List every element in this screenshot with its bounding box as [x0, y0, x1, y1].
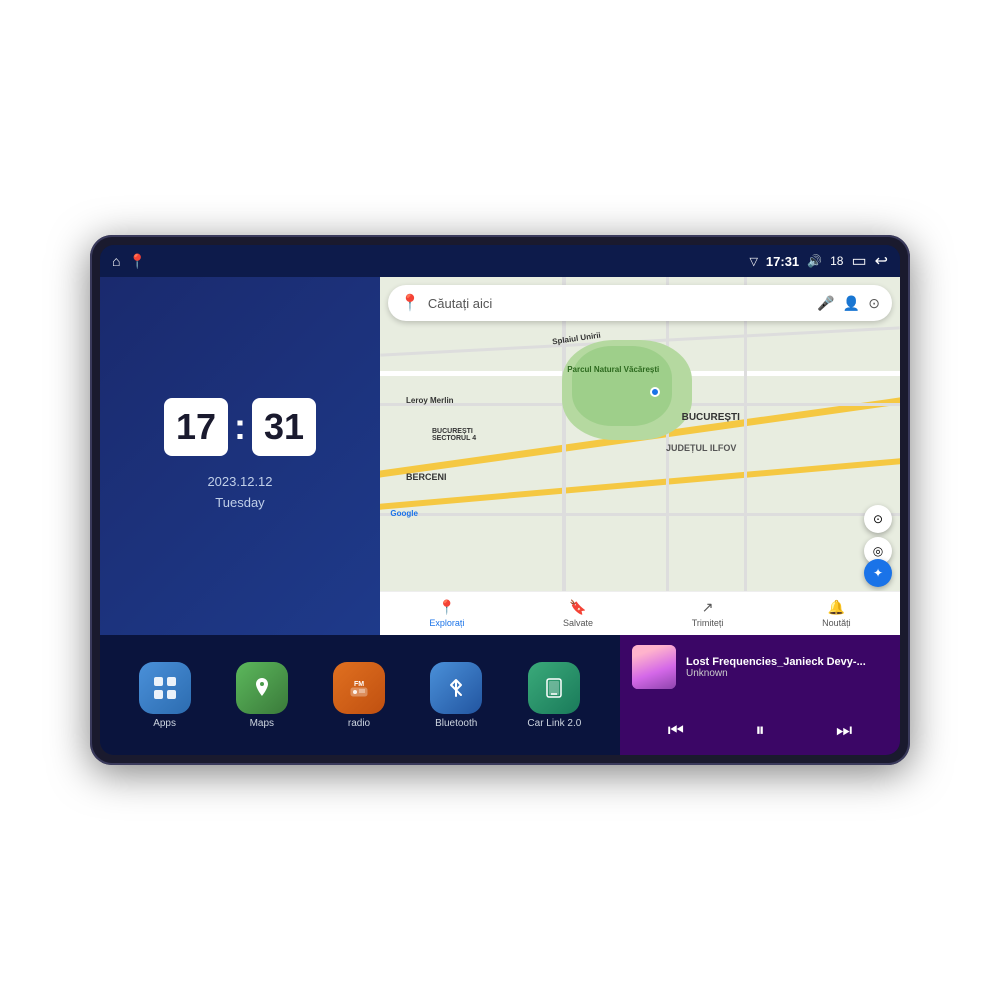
- clock-minutes: 31: [252, 398, 316, 456]
- radio-icon: FM: [333, 662, 385, 714]
- clock-date: 2023.12.12 Tuesday: [207, 472, 272, 514]
- music-top: Lost Frequencies_Janieck Devy-... Unknow…: [632, 645, 888, 689]
- music-player: Lost Frequencies_Janieck Devy-... Unknow…: [620, 635, 900, 755]
- map-search-placeholder[interactable]: Căutați aici: [428, 296, 809, 311]
- map-panel[interactable]: 📍 Căutați aici 🎤 👤 ⊙: [380, 277, 900, 635]
- volume-icon: 🔊: [807, 254, 822, 268]
- status-time: 17:31: [766, 254, 799, 269]
- maps-status-icon[interactable]: 📍: [128, 253, 145, 270]
- map-nav-explore[interactable]: 📍 Explorați: [429, 599, 464, 628]
- account-icon[interactable]: 👤: [843, 295, 860, 312]
- map-nav-share[interactable]: ↗ Trimiteți: [692, 599, 724, 628]
- music-album-art: [632, 645, 676, 689]
- main-content: 17 : 31 2023.12.12 Tuesday 📍 Căutați aic…: [100, 277, 900, 755]
- status-left-icons: ⌂ 📍: [112, 253, 146, 270]
- map-layers-button[interactable]: ⊙: [864, 505, 892, 533]
- map-nav-saved[interactable]: 🔖 Salvate: [563, 599, 593, 628]
- maps-logo-icon: 📍: [400, 293, 420, 313]
- map-search-bar[interactable]: 📍 Căutați aici 🎤 👤 ⊙: [388, 285, 892, 321]
- app-item-maps[interactable]: Maps: [236, 662, 288, 729]
- maps-icon: [236, 662, 288, 714]
- music-controls: ⏮ ⏸ ⏭: [632, 716, 888, 745]
- saved-icon: 🔖: [569, 599, 586, 616]
- apps-icon: [139, 662, 191, 714]
- map-background: TRAPEZULUI BUCUREȘTI JUDEȚUL ILFOV Parcu…: [380, 277, 900, 591]
- music-title: Lost Frequencies_Janieck Devy-...: [686, 656, 888, 668]
- bottom-section: Apps Maps FM: [100, 635, 900, 755]
- top-section: 17 : 31 2023.12.12 Tuesday 📍 Căutați aic…: [100, 277, 900, 635]
- map-search-actions: 🎤 👤 ⊙: [817, 295, 880, 312]
- device-screen: ⌂ 📍 ▽ 17:31 🔊 18 ▭ ↩ 17 :: [100, 245, 900, 755]
- clock-display: 17 : 31: [164, 398, 316, 456]
- carlink-label: Car Link 2.0: [527, 718, 581, 729]
- apps-label: Apps: [153, 718, 176, 729]
- clock-panel: 17 : 31 2023.12.12 Tuesday: [100, 277, 380, 635]
- explore-icon: 📍: [438, 599, 455, 616]
- app-item-apps[interactable]: Apps: [139, 662, 191, 729]
- app-item-bluetooth[interactable]: Bluetooth: [430, 662, 482, 729]
- app-item-carlink[interactable]: Car Link 2.0: [527, 662, 581, 729]
- clock-hours: 17: [164, 398, 228, 456]
- battery-icon: ▭: [851, 251, 866, 271]
- maps-label: Maps: [250, 718, 274, 729]
- bluetooth-label: Bluetooth: [435, 718, 477, 729]
- carlink-icon: [528, 662, 580, 714]
- layers-icon[interactable]: ⊙: [868, 295, 880, 312]
- bluetooth-icon: [430, 662, 482, 714]
- app-item-radio[interactable]: FM radio: [333, 662, 385, 729]
- clock-colon: :: [234, 406, 246, 448]
- status-bar: ⌂ 📍 ▽ 17:31 🔊 18 ▭ ↩: [100, 245, 900, 277]
- music-play-pause-button[interactable]: ⏸: [746, 716, 775, 745]
- music-artist: Unknown: [686, 668, 888, 679]
- home-icon[interactable]: ⌂: [112, 253, 120, 269]
- svg-text:FM: FM: [354, 681, 364, 688]
- status-right-info: ▽ 17:31 🔊 18 ▭ ↩: [749, 251, 888, 271]
- saved-label: Salvate: [563, 618, 593, 628]
- car-display-device: ⌂ 📍 ▽ 17:31 🔊 18 ▭ ↩ 17 :: [90, 235, 910, 765]
- map-navigate-button[interactable]: ✦: [864, 559, 892, 587]
- news-icon: 🔔: [828, 599, 845, 616]
- volume-level: 18: [830, 254, 843, 268]
- share-label: Trimiteți: [692, 618, 724, 628]
- explore-label: Explorați: [429, 618, 464, 628]
- music-info: Lost Frequencies_Janieck Devy-... Unknow…: [686, 656, 888, 679]
- music-next-button[interactable]: ⏭: [826, 716, 862, 745]
- apps-launcher: Apps Maps FM: [100, 635, 620, 755]
- music-prev-button[interactable]: ⏮: [658, 716, 694, 745]
- signal-icon: ▽: [749, 255, 757, 268]
- back-icon[interactable]: ↩: [875, 251, 888, 271]
- share-icon: ↗: [702, 599, 714, 616]
- news-label: Noutăți: [822, 618, 851, 628]
- mic-icon[interactable]: 🎤: [817, 295, 834, 312]
- map-nav-news[interactable]: 🔔 Noutăți: [822, 599, 851, 628]
- map-bottom-nav: 📍 Explorați 🔖 Salvate ↗ Trimiteți 🔔: [380, 591, 900, 635]
- radio-label: radio: [348, 718, 370, 729]
